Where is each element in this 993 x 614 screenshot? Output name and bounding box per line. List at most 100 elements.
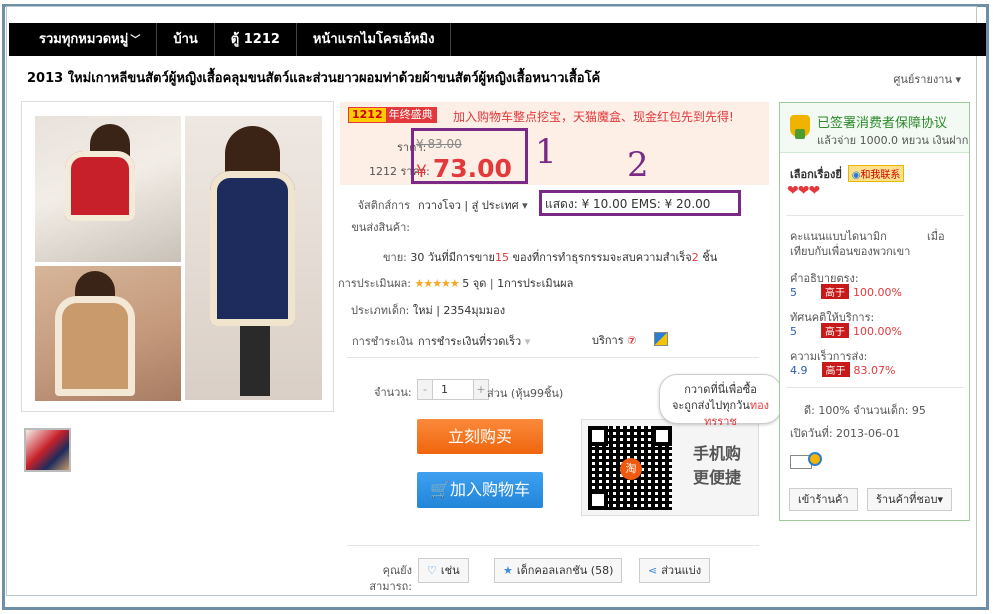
- guarantee-icon[interactable]: [654, 332, 668, 346]
- sales-label: ขาย:: [383, 251, 407, 264]
- desc-higher-tag: 高于: [821, 284, 849, 299]
- annotation-number-1: 1: [535, 132, 557, 172]
- navy-coat: [210, 171, 295, 326]
- collect-button[interactable]: ★ เด็กคอลเลกชัน (58): [494, 558, 623, 583]
- promo-badge[interactable]: 1212 年终盛典: [348, 107, 437, 123]
- seller-badges: [790, 452, 824, 472]
- nav-home[interactable]: บ้าน: [157, 23, 215, 56]
- guarantee-deposit: แล้วจ่าย 1000.0 หยวน เงินฝาก: [817, 134, 969, 147]
- service-score: 5: [790, 325, 797, 338]
- mobile-qr-box[interactable]: 淘 手机购 更便捷: [581, 419, 759, 516]
- speed-percent: 83.07%: [853, 364, 896, 377]
- shop-you-like-button[interactable]: ร้านค้าที่ชอบ▾: [867, 488, 952, 511]
- shipping-from-select[interactable]: กวางโจว | สู่ ประเทศ ▾: [418, 196, 528, 214]
- promo-text[interactable]: 加入购物车整点挖宝，天猫魔盒、现金红包先到先得!: [453, 108, 734, 125]
- guarantee-title[interactable]: 已签署消费者保障协议: [817, 112, 947, 131]
- guarantee-header: 已签署消费者保障协议 แล้วจ่าย 1000.0 หยวน เงินฝาก: [780, 103, 969, 153]
- chevron-down-icon: ▾: [522, 199, 528, 212]
- nav-1212[interactable]: ตู้ 1212: [215, 23, 297, 56]
- report-link-label: ศูนย์รายงาน: [893, 73, 952, 86]
- rating-stars-icon: ★★★★★: [414, 277, 459, 290]
- model-legs: [240, 326, 270, 396]
- star-icon: ★: [503, 564, 513, 577]
- seven-day-icon: ⑦: [627, 334, 637, 347]
- guarantee-hand-icon: [790, 115, 810, 139]
- qr-finder-pattern: [588, 426, 608, 446]
- chevron-down-icon: ﹀: [130, 35, 141, 46]
- shipping-from-value: กวางโจว | สู่ ประเทศ: [418, 199, 519, 212]
- report-link[interactable]: ศูนย์รายงาน ▾: [893, 70, 961, 88]
- quantity-stepper: - 1 +: [417, 379, 489, 400]
- sales-success-count: 2: [691, 251, 699, 264]
- quantity-plus-button[interactable]: +: [474, 380, 488, 399]
- qr-code: 淘: [588, 426, 672, 510]
- payment-select[interactable]: การชำระเงินที่รวดเร็ว ▾: [418, 332, 530, 350]
- like-button[interactable]: ♡ เช่น: [418, 558, 469, 583]
- share-label-text: ส่วนแบ่ง: [661, 564, 702, 577]
- add-to-cart-label: 加入购物车: [449, 480, 530, 499]
- seller-name: เลือกเรื่องยี่ ◉和我联系: [790, 165, 905, 183]
- chevron-down-icon: ▾: [937, 493, 943, 506]
- separator: |: [489, 277, 494, 290]
- service-percent: 100.00%: [853, 325, 902, 338]
- mobile-buy-text: 手机购 更便捷: [682, 442, 752, 490]
- shipping-label-line2: ขนส่งสินค้า:: [351, 221, 410, 234]
- speed-higher-tag: 高于: [821, 362, 850, 377]
- contact-seller-button[interactable]: ◉和我联系: [847, 165, 905, 182]
- sales-suffix: ชิ้น: [698, 251, 718, 264]
- taobao-logo-icon: 淘: [620, 458, 642, 480]
- quantity-input[interactable]: 1: [432, 380, 474, 399]
- mobile-buy-text-line1: 手机购: [692, 444, 741, 463]
- annotation-number-2: 2: [627, 145, 649, 185]
- add-to-cart-button[interactable]: 🛒加入购物车: [417, 472, 543, 508]
- buy-now-button[interactable]: 立刻购买: [417, 419, 543, 454]
- payment-value: การชำระเงินที่รวดเร็ว: [418, 335, 522, 348]
- enter-shop-button[interactable]: เข้าร้านค้า: [789, 488, 858, 511]
- sales-row: ขาย: 30 วันที่มีการขาย15 ของที่การทำธุรก…: [383, 248, 717, 266]
- rating-row: การประเมินผล: ★★★★★ 5 จุด | 1การประเมินผ…: [338, 274, 573, 292]
- like-label: เช่น: [440, 564, 460, 577]
- seller-hearts-icon: ❤❤❤: [787, 183, 820, 199]
- promo-badge-1212: 1212: [349, 108, 386, 122]
- share-button[interactable]: ⋖ ส่วนแบ่ง: [639, 558, 711, 583]
- service-label-text: บริการ: [592, 334, 624, 347]
- tan-coat: [55, 296, 135, 396]
- qr-tooltip-line1: กวาดที่นี่เพื่อซื้อ: [684, 383, 757, 396]
- nav-all-categories[interactable]: รวมทุกหมวดหมู่ ﹀: [9, 23, 158, 56]
- shop-opened-date: เปิดวันที่: 2013-06-01: [790, 427, 900, 440]
- shipping-label: จัสติกส์การ ขนส่งสินค้า:: [346, 195, 410, 239]
- shop-you-like-label: ร้านค้าที่ชอบ: [876, 493, 938, 506]
- nav-all-categories-label: รวมทุกหมวดหมู่: [39, 32, 129, 47]
- qr-tooltip: กวาดที่นี่เพื่อซื้อ จะถูกส่งไปทุกวันทองท…: [659, 374, 782, 428]
- service-score-row: 5 高于 100.00%: [790, 323, 902, 338]
- sales-prefix: 30 วันที่มีการขาย: [410, 251, 495, 264]
- desc-percent: 100.00%: [853, 286, 902, 299]
- rating-count-link[interactable]: 1การประเมินผล: [497, 277, 573, 290]
- nav-micro-homepage[interactable]: หน้าแรกไมโครเอ้หมิง: [297, 23, 452, 56]
- contact-seller-label: 和我联系: [860, 170, 901, 181]
- gallery-thumbnail[interactable]: [24, 428, 71, 472]
- type-row: ประเภทเด็ก: ใหม่ | 2354มุมมอง: [351, 301, 505, 319]
- share-label: คุณยัง สามารถ:: [369, 564, 412, 593]
- product-gallery: [21, 101, 334, 412]
- product-photo-navy-coat: [185, 116, 322, 400]
- type-label: ประเภทเด็ก:: [351, 304, 410, 317]
- seller-name-text[interactable]: เลือกเรื่องยี่: [790, 168, 842, 181]
- divider: [786, 215, 964, 216]
- sales-mid: ของที่การทำธุรกรรมจะสบความสำเร็จ: [508, 251, 692, 264]
- sales-count: 15: [494, 251, 509, 264]
- divider: [347, 545, 759, 546]
- dynamic-score-intro-right: เมื่อ: [927, 230, 945, 243]
- rating-score: 5 จุด: [462, 277, 487, 290]
- share-icon: ⋖: [648, 564, 658, 577]
- annotation-box-1: [411, 128, 528, 184]
- rating-label: การประเมินผล:: [338, 277, 411, 290]
- collect-label: เด็กคอลเลกชัน (58): [516, 564, 614, 577]
- qr-tooltip-line2: จะถูกส่งไปทุกวัน: [671, 399, 750, 412]
- product-photo-red-coat: [35, 116, 181, 262]
- quantity-unit: ส่วน (หุ้น99ชิ้น): [487, 387, 564, 400]
- quantity-minus-button[interactable]: -: [418, 380, 432, 399]
- promo-badge-festival: 年终盛典: [385, 108, 436, 122]
- mobile-buy-text-line2: 更便捷: [692, 468, 741, 487]
- service-label: บริการ ⑦: [592, 331, 636, 349]
